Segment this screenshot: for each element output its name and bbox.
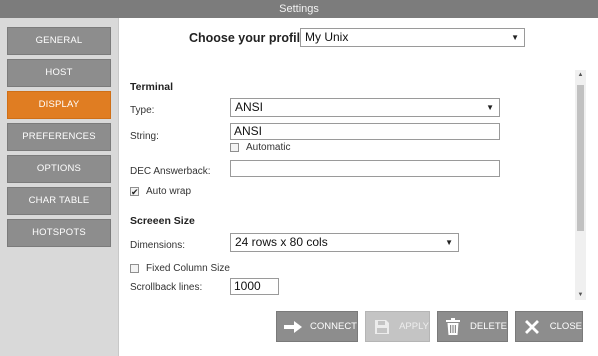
close-button-label: CLOSE xyxy=(549,321,582,332)
dec-answerback-label: DEC Answerback: xyxy=(130,166,211,177)
sidebar-item-char-table[interactable]: CHAR TABLE xyxy=(7,187,111,215)
delete-button[interactable]: DELETE xyxy=(437,311,508,342)
apply-button[interactable]: APPLY xyxy=(365,311,430,342)
profile-select[interactable]: My Unix ▼ xyxy=(300,28,525,47)
window-titlebar: Settings xyxy=(0,0,598,18)
profile-row: Choose your profile: My Unix ▼ xyxy=(119,18,598,62)
string-input[interactable]: ANSI xyxy=(230,123,500,140)
dimensions-label: Dimensions: xyxy=(130,240,186,251)
type-label: Type: xyxy=(130,105,155,116)
window-title: Settings xyxy=(279,3,319,15)
dimensions-select[interactable]: 24 rows x 80 cols ▼ xyxy=(230,233,459,252)
fixed-column-checkbox[interactable] xyxy=(130,264,139,273)
fixed-column-checkbox-row[interactable]: Fixed Column Size xyxy=(130,263,230,274)
sidebar-item-display[interactable]: DISPLAY xyxy=(7,91,111,119)
scroll-down-arrow-icon[interactable]: ▼ xyxy=(575,290,586,300)
automatic-label: Automatic xyxy=(246,142,291,153)
automatic-checkbox-row[interactable]: Automatic xyxy=(230,142,290,153)
settings-content: Choose your profile: My Unix ▼ Terminal … xyxy=(119,18,598,356)
scroll-thumb[interactable] xyxy=(577,85,584,231)
profile-select-value: My Unix xyxy=(305,30,349,44)
fixed-column-label: Fixed Column Size xyxy=(146,263,230,274)
chevron-down-icon: ▼ xyxy=(486,103,494,112)
scrollback-lines-label: Scrollback lines: xyxy=(130,282,203,293)
panel-scrollbar[interactable]: ▲ ▼ xyxy=(575,70,586,300)
string-label: String: xyxy=(130,131,159,142)
sidebar-item-preferences[interactable]: PREFERENCES xyxy=(7,123,111,151)
scroll-up-arrow-icon[interactable]: ▲ xyxy=(575,70,586,80)
arrow-right-icon xyxy=(277,320,308,334)
automatic-checkbox[interactable] xyxy=(230,143,239,152)
trash-icon xyxy=(438,318,468,335)
connect-button[interactable]: CONNECT xyxy=(276,311,358,342)
auto-wrap-label: Auto wrap xyxy=(146,186,192,197)
chevron-down-icon: ▼ xyxy=(511,33,519,42)
display-settings-panel: Terminal Type: ANSI ▼ String: ANSI Autom… xyxy=(119,70,586,300)
connect-button-label: CONNECT xyxy=(310,321,357,332)
close-icon xyxy=(516,319,548,334)
delete-button-label: DELETE xyxy=(470,321,507,332)
dimensions-select-value: 24 rows x 80 cols xyxy=(235,235,328,249)
sidebar: GENERAL HOST DISPLAY PREFERENCES OPTIONS… xyxy=(0,18,119,356)
floppy-disk-icon xyxy=(366,319,397,335)
auto-wrap-checkbox-row[interactable]: ✔ Auto wrap xyxy=(130,186,191,197)
auto-wrap-checkbox[interactable]: ✔ xyxy=(130,187,139,197)
sidebar-item-hotspots[interactable]: HOTSPOTS xyxy=(7,219,111,247)
sidebar-item-host[interactable]: HOST xyxy=(7,59,111,87)
dec-answerback-input[interactable] xyxy=(230,160,500,177)
scrollback-lines-input[interactable]: 1000 xyxy=(230,278,279,295)
profile-label: Choose your profile: xyxy=(189,31,312,45)
type-select-value: ANSI xyxy=(235,100,264,114)
terminal-section-title: Terminal xyxy=(130,81,173,93)
sidebar-item-options[interactable]: OPTIONS xyxy=(7,155,111,183)
close-button[interactable]: CLOSE xyxy=(515,311,583,342)
chevron-down-icon: ▼ xyxy=(445,238,453,247)
type-select[interactable]: ANSI ▼ xyxy=(230,98,500,117)
sidebar-item-general[interactable]: GENERAL xyxy=(7,27,111,55)
action-bar: CONNECT APPLY DELETE CLOSE xyxy=(119,306,598,356)
apply-button-label: APPLY xyxy=(399,321,429,332)
screen-size-section-title: Screeen Size xyxy=(130,215,195,227)
